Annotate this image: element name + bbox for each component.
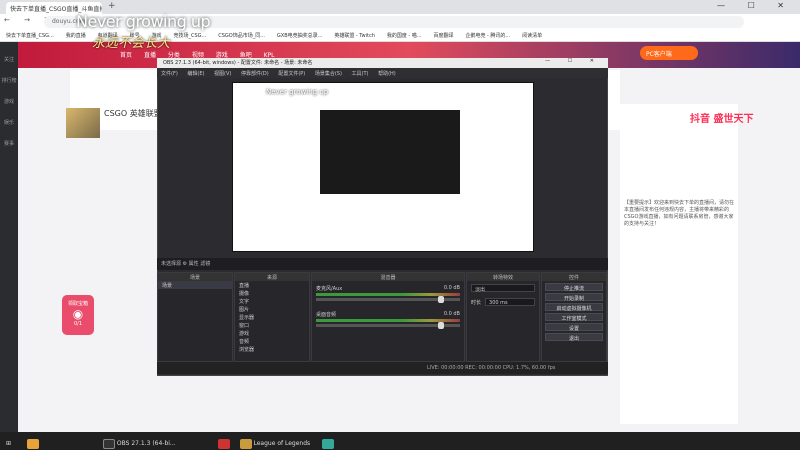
announcement-text: 【重要提示】欢迎来到快去下单的直播间，请勿在本直播间发布任何违规内容，主播将带来…	[624, 200, 735, 227]
track-name: 麦克风/Aux	[316, 286, 343, 292]
chest-icon: ◉	[72, 307, 84, 321]
bookmark[interactable]: 我的直播	[66, 32, 86, 39]
preview-overlay-text: Never growing up	[266, 88, 329, 96]
bookmark[interactable]: 企鹅电竞 - 腾讯的...	[465, 32, 510, 39]
bookmark[interactable]: 我的国度 - 喵...	[387, 32, 422, 39]
nav-item[interactable]: 直播	[144, 52, 156, 59]
obs-menubar: 文件(F) 编辑(E) 视图(V) 停靠部件(D) 配置文件(P) 场景集合(S…	[157, 68, 608, 78]
streamer-avatar[interactable]	[66, 108, 100, 138]
track-db: 0.0 dB	[443, 311, 460, 317]
menu-item[interactable]: 视图(V)	[214, 71, 231, 77]
duration-input[interactable]: 300 ms	[485, 298, 535, 306]
bookmark[interactable]: 英雄联盟 - Twitch	[334, 32, 375, 39]
menu-item[interactable]: 场景集合(S)	[315, 71, 342, 77]
virtual-camera-button[interactable]: 启动虚拟摄像机	[545, 303, 603, 312]
chest-label: 领取宝箱	[67, 301, 88, 307]
obs-title: OBS 27.1.3 (64-bit, windows) - 配置文件: 未命名…	[163, 60, 313, 66]
menu-item[interactable]: 编辑(E)	[187, 71, 204, 77]
taskbar-app-icon[interactable]	[217, 438, 232, 449]
slider-knob[interactable]	[438, 296, 445, 303]
sidebar-item[interactable]: 娱乐	[0, 119, 18, 126]
source-item[interactable]: 图片	[235, 305, 309, 313]
lol-taskbar-item[interactable]: League of Legends	[239, 436, 310, 449]
pc-client-button[interactable]: PC客户端	[640, 46, 698, 60]
taskbar: ⊞ OBS 27.1.3 (64-bi... League of Legends	[0, 432, 800, 450]
sidebar-item[interactable]: 关注	[0, 56, 18, 63]
scene-item[interactable]: 场景	[158, 281, 232, 289]
source-item[interactable]: 窗口	[235, 321, 309, 329]
volume-slider[interactable]	[316, 296, 460, 303]
source-item[interactable]: 游戏	[235, 329, 309, 337]
sidebar-item[interactable]: 赛事	[0, 140, 18, 147]
duration-row: 时长 300 ms	[467, 295, 539, 309]
bookmark[interactable]: 百度翻译	[434, 32, 454, 39]
preview-nested-capture	[320, 110, 460, 194]
bookmark[interactable]: GXB电竞抽奖总录...	[277, 32, 323, 39]
controls-dock: 控件 停止推流 开始录制 启动虚拟摄像机 工作室模式 设置 退出	[541, 272, 607, 362]
stream-overlay-subtitle: 永远不会长大	[92, 36, 171, 51]
bookmark[interactable]: 阅读清单	[522, 32, 542, 39]
dock-header: 控件	[542, 273, 606, 281]
stop-streaming-button[interactable]: 停止推流	[545, 283, 603, 292]
volume-slider[interactable]	[316, 322, 460, 329]
obs-taskbar-item[interactable]: OBS 27.1.3 (64-bi...	[102, 436, 176, 449]
source-item[interactable]: 直播	[235, 281, 309, 289]
menu-item[interactable]: 配置文件(P)	[278, 71, 305, 77]
obs-status-bar: LIVE: 00:00:00 REC: 00:00:00 CPU: 1.7%, …	[157, 362, 608, 374]
obs-context-bar: 未选择源 ⚙ 属性 滤镜	[157, 258, 608, 270]
mixer-track: 桌面音频 0.0 dB	[316, 311, 460, 329]
sources-dock: 来源 直播 摄像 文字 图片 显示器 窗口 游戏 音频 浏览器	[234, 272, 310, 362]
bookmark[interactable]: 快去下单直播_CSG...	[6, 32, 54, 39]
dock-header: 转场特效	[467, 273, 539, 281]
start-recording-button[interactable]: 开始录制	[545, 293, 603, 302]
ad-banner[interactable]: 抖音 盛世天下	[690, 110, 780, 140]
mixer-track: 麦克风/Aux 0.0 dB	[316, 285, 460, 303]
slider-knob[interactable]	[438, 322, 445, 329]
audio-mixer-dock: 混音器 麦克风/Aux 0.0 dB 桌面音频 0.0 dB	[311, 272, 465, 362]
transition-select[interactable]: 淡出	[471, 284, 535, 293]
duration-label: 时长	[471, 299, 482, 306]
obs-window-controls[interactable]: — ☐ ✕	[545, 58, 602, 64]
source-item[interactable]: 摄像	[235, 289, 309, 297]
bookmark[interactable]: CSGO饰品市场_同...	[218, 32, 265, 39]
studio-mode-button[interactable]: 工作室模式	[545, 313, 603, 322]
scenes-dock: 场景 场景	[157, 272, 233, 362]
treasure-chest-button[interactable]: 领取宝箱 ◉ 0/1	[62, 295, 94, 335]
dock-header: 混音器	[312, 273, 464, 281]
site-sidebar: 关注 排行榜 游戏 娱乐 赛事	[0, 42, 18, 432]
obs-titlebar: OBS 27.1.3 (64-bit, windows) - 配置文件: 未命名…	[157, 58, 608, 68]
dock-header: 来源	[235, 273, 309, 281]
browser-window-controls[interactable]: — ☐ ✕	[717, 1, 794, 10]
sidebar-item[interactable]: 排行榜	[0, 77, 18, 84]
chest-count: 0/1	[73, 321, 83, 327]
track-name: 桌面音频	[316, 312, 337, 318]
source-item[interactable]: 显示器	[235, 313, 309, 321]
start-icon[interactable]: ⊞	[6, 440, 11, 447]
menu-item[interactable]: 帮助(H)	[378, 71, 396, 77]
menu-item[interactable]: 文件(F)	[161, 71, 178, 77]
menu-item[interactable]: 工具(T)	[352, 71, 369, 77]
stream-overlay-title: Never growing up	[76, 12, 211, 31]
chrome-taskbar-icon[interactable]	[26, 438, 41, 449]
settings-button[interactable]: 设置	[545, 323, 603, 332]
source-item[interactable]: 浏览器	[235, 345, 309, 353]
nav-item[interactable]: 首页	[120, 52, 132, 59]
bookmark[interactable]: 竞技场_CSG...	[173, 32, 206, 39]
source-item[interactable]: 文字	[235, 297, 309, 305]
menu-item[interactable]: 停靠部件(D)	[241, 71, 269, 77]
new-tab-button[interactable]: +	[108, 1, 116, 11]
sidebar-item[interactable]: 游戏	[0, 98, 18, 105]
source-item[interactable]: 音频	[235, 337, 309, 345]
track-db: 0.0 dB	[443, 285, 460, 291]
exit-button[interactable]: 退出	[545, 333, 603, 342]
right-panel	[620, 104, 738, 424]
taskbar-app-icon[interactable]	[322, 438, 336, 449]
dock-header: 场景	[158, 273, 232, 281]
transitions-dock: 转场特效 淡出 时长 300 ms	[466, 272, 540, 362]
